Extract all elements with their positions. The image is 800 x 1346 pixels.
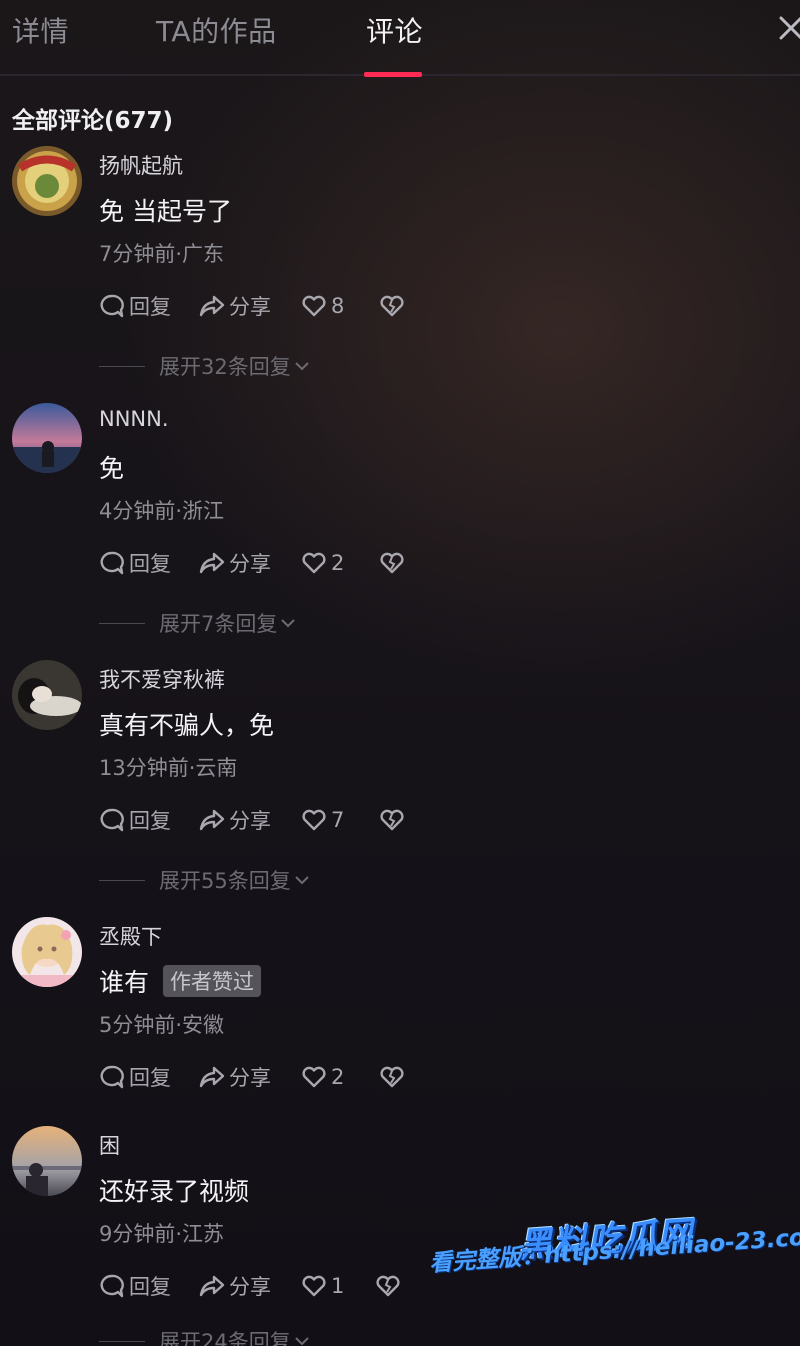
share-button[interactable]: 分享 [199,805,301,835]
comment-username[interactable]: 困 [99,1130,120,1160]
heart-icon [302,1066,326,1088]
close-button[interactable] [776,10,800,46]
avatar[interactable] [12,917,82,987]
expand-replies-button[interactable]: 展开32条回复 [99,351,311,381]
like-button[interactable]: 8 [301,293,379,319]
share-icon [199,1275,225,1297]
comments-header: 全部评论(677) [12,108,174,134]
avatar[interactable] [12,146,82,216]
like-count: 7 [331,808,345,832]
avatar[interactable] [12,1126,82,1196]
dislike-button[interactable] [379,807,405,833]
comment-username[interactable]: NNNN. [99,407,169,431]
comment-actions: 回复 分享 8 [99,290,405,322]
chevron-down-icon [295,1337,309,1346]
comment-text: 真有不骗人，免 [99,711,275,740]
like-button[interactable]: 2 [301,550,379,576]
dislike-button[interactable] [379,550,405,576]
like-button[interactable]: 1 [301,1273,375,1299]
heart-icon [302,1275,326,1297]
heart-icon [302,809,326,831]
tab-bar: 详情 TA的作品 评论 [0,0,800,77]
expand-replies-button[interactable]: 展开24条回复 [99,1326,311,1346]
tab-works[interactable]: TA的作品 [156,10,277,50]
chevron-down-icon [295,876,309,885]
reply-button[interactable]: 回复 [99,1062,199,1092]
comment-text: 免 当起号了 [99,197,232,226]
share-button[interactable]: 分享 [199,548,301,578]
comment-actions: 回复 分享 7 [99,804,405,836]
reply-icon [100,1274,124,1298]
expand-replies-button[interactable]: 展开7条回复 [99,608,297,638]
avatar[interactable] [12,660,82,730]
reply-icon [100,1065,124,1089]
dislike-button[interactable] [379,1064,405,1090]
reply-button[interactable]: 回复 [99,291,199,321]
dislike-button[interactable] [379,293,405,319]
share-button[interactable]: 分享 [199,291,301,321]
share-button[interactable]: 分享 [199,1271,301,1301]
broken-heart-icon [380,1066,404,1088]
comment-meta: 5分钟前·安徽 [99,1013,225,1037]
broken-heart-icon [380,809,404,831]
comment-meta: 9分钟前·江苏 [99,1222,225,1246]
reply-button[interactable]: 回复 [99,1271,199,1301]
expand-replies-button[interactable]: 展开55条回复 [99,865,311,895]
tab-comments[interactable]: 评论 [366,10,423,50]
comment-actions: 回复 分享 2 [99,1061,405,1093]
share-button[interactable]: 分享 [199,1062,301,1092]
like-button[interactable]: 7 [301,807,379,833]
broken-heart-icon [376,1275,400,1297]
reply-button[interactable]: 回复 [99,548,199,578]
like-count: 8 [331,294,345,318]
comment-username[interactable]: 丞殿下 [99,921,162,951]
reply-icon [100,294,124,318]
reply-button[interactable]: 回复 [99,805,199,835]
author-liked-badge: 作者赞过 [163,965,262,997]
comment-meta: 7分钟前·广东 [99,242,225,266]
comment-username[interactable]: 我不爱穿秋裤 [99,664,225,694]
reply-icon [100,808,124,832]
dislike-button[interactable] [375,1273,401,1299]
comment-meta: 13分钟前·云南 [99,756,238,780]
comment-meta: 4分钟前·浙江 [99,499,225,523]
chevron-down-icon [281,619,296,628]
broken-heart-icon [380,552,404,574]
comment-text: 免 [99,454,125,483]
share-icon [199,809,225,831]
heart-icon [302,552,326,574]
like-count: 1 [331,1274,345,1298]
share-icon [199,295,225,317]
broken-heart-icon [380,295,404,317]
comment-text: 还好录了视频 [99,1177,250,1206]
like-button[interactable]: 2 [301,1064,379,1090]
like-count: 2 [331,551,345,575]
avatar[interactable] [12,403,82,473]
reply-icon [100,551,124,575]
share-icon [199,1066,225,1088]
comment-actions: 回复 分享 1 [99,1270,401,1302]
comment-actions: 回复 分享 2 [99,547,405,579]
close-icon [779,16,800,40]
comments-panel: 详情 TA的作品 评论 全部评论(677) 扬帆起航 免 当起号了 7分钟前·广… [0,0,800,1346]
active-tab-indicator [364,72,422,77]
tab-details[interactable]: 详情 [12,10,69,50]
comment-username[interactable]: 扬帆起航 [99,150,183,180]
chevron-down-icon [295,362,309,371]
comment-text: 谁有 作者赞过 [99,963,262,999]
share-icon [199,552,225,574]
heart-icon [302,295,326,317]
like-count: 2 [331,1065,345,1089]
